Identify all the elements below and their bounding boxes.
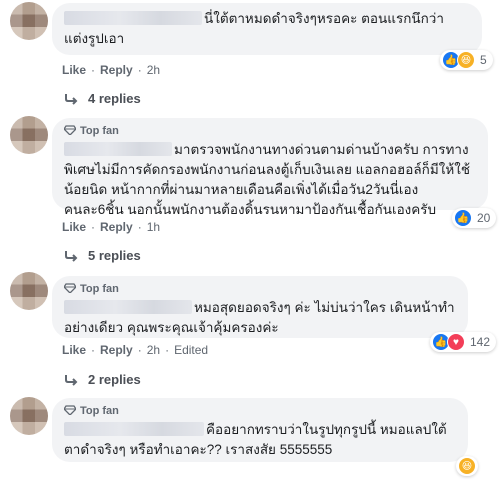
blurred-author-name[interactable]	[64, 142, 172, 156]
avatar[interactable]	[10, 272, 48, 310]
view-replies[interactable]: 4 replies	[64, 91, 141, 106]
comment-bubble: Top fan คืออยากทราบว่าในรูปทุกรูปนี้ หมอ…	[52, 398, 468, 462]
reply-arrow-icon	[65, 93, 78, 105]
blurred-author-name[interactable]	[64, 422, 204, 436]
reaction-summary[interactable]: 😆	[456, 456, 478, 476]
timestamp[interactable]: 1h	[147, 220, 160, 234]
reaction-count: 5	[480, 53, 487, 67]
haha-icon: 😆	[457, 51, 475, 69]
top-fan-badge: Top fan	[64, 404, 456, 420]
like-icon: 👍	[454, 209, 472, 227]
love-icon: ♥	[447, 333, 465, 351]
blurred-author-name[interactable]	[64, 300, 192, 314]
avatar[interactable]	[10, 116, 48, 154]
reply-arrow-icon	[65, 250, 78, 262]
like-link[interactable]: Like	[62, 343, 86, 357]
reply-link[interactable]: Reply	[100, 343, 133, 357]
top-fan-badge: Top fan	[64, 124, 476, 140]
reply-link[interactable]: Reply	[100, 220, 133, 234]
diamond-icon	[64, 125, 76, 135]
comment-bubble: Top fan หมอสุดยอดจริงๆ ค่ะ ไม่บ่นว่าใคร …	[52, 276, 468, 338]
reply-arrow-icon	[65, 374, 78, 386]
comment-actions: Like · Reply · 2h	[62, 63, 161, 77]
reaction-summary[interactable]: 👍 ♥ 142	[430, 332, 497, 352]
reaction-count: 142	[470, 335, 491, 349]
like-link[interactable]: Like	[62, 63, 86, 77]
avatar[interactable]	[10, 2, 48, 40]
replies-count: 4 replies	[88, 91, 141, 106]
timestamp[interactable]: 2h	[147, 63, 160, 77]
reaction-summary[interactable]: 👍 😆 5	[440, 50, 493, 70]
haha-icon: 😆	[458, 457, 476, 475]
diamond-icon	[64, 283, 76, 293]
comment-bubble: Top fan มาตรวจพนักงานทางด่วนตามด่านบ้างค…	[52, 118, 488, 217]
reaction-summary[interactable]: 👍 20	[452, 208, 497, 228]
top-fan-badge: Top fan	[64, 282, 456, 298]
view-replies[interactable]: 2 replies	[64, 372, 141, 387]
view-replies[interactable]: 5 replies	[64, 248, 141, 263]
comment-actions: Like · Reply · 1h	[62, 220, 161, 234]
reaction-count: 20	[477, 211, 491, 225]
blurred-author-name[interactable]	[64, 11, 202, 25]
replies-count: 2 replies	[88, 372, 141, 387]
edited-label[interactable]: Edited	[174, 343, 208, 357]
comment-bubble: นี่ใต้ตาหมดดำจริงๆหรอคะ ตอนแรกนึกว่า แต่…	[52, 3, 482, 55]
reply-link[interactable]: Reply	[100, 63, 133, 77]
replies-count: 5 replies	[88, 248, 141, 263]
like-link[interactable]: Like	[62, 220, 86, 234]
diamond-icon	[64, 405, 76, 415]
avatar[interactable]	[10, 397, 48, 435]
timestamp[interactable]: 2h	[147, 343, 160, 357]
comment-actions: Like · Reply · 2h · Edited	[62, 343, 209, 357]
